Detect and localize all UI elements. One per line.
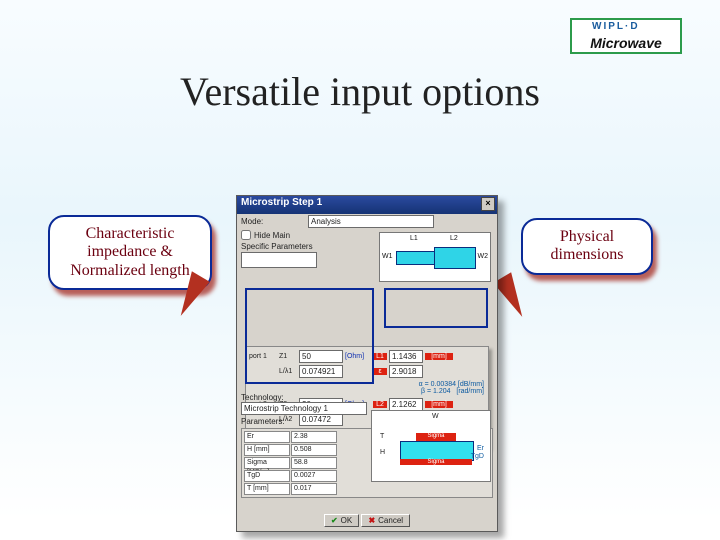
logo-line2: Microwave [577,35,675,51]
brand-logo: WIPL·D Microwave [570,18,682,54]
er1-value: 2.9018 [389,365,423,378]
technology-select[interactable]: Microstrip Technology 1 [241,402,367,415]
mode-select[interactable]: Analysis [308,215,434,228]
highlight-right [384,288,488,328]
check-icon: ✔ [331,516,338,525]
callout-physical: Physical dimensions [521,218,653,275]
schematic-diagram: L1 L2 W1 W2 [379,232,491,282]
port-row-1: port 1 Z1 50 [Ohm] L1 1.1436 [mm] L/λ1 0… [246,347,488,381]
l1-value: 1.1436 [389,350,423,363]
microstrip-dialog: Microstrip Step 1 × Mode: Analysis Hide … [236,195,498,532]
nl1-input[interactable]: 0.074921 [299,365,343,378]
hide-main-checkbox[interactable] [241,230,251,240]
slide-title: Versatile input options [0,68,720,115]
dialog-title: Microstrip Step 1 [241,197,322,208]
z1-input[interactable]: 50 [299,350,343,363]
mode-label: Mode: [241,217,305,226]
cross-section-diagram: Sigma Sigma W T H Er TgD [371,410,491,482]
cross-icon: ✖ [368,516,375,525]
close-icon[interactable]: × [481,197,495,211]
dialog-footer: ✔OK ✖Cancel [237,514,497,527]
dialog-titlebar: Microstrip Step 1 × [237,196,497,214]
hide-main-label: Hide Main [254,231,290,240]
specific-params-input[interactable] [241,252,317,268]
cancel-button[interactable]: ✖Cancel [361,514,410,527]
ok-button[interactable]: ✔OK [324,514,359,527]
callout-impedance: Characteristic impedance & Normalized le… [48,215,212,290]
specific-params-label: Specific Parameters [241,242,313,251]
logo-line1: WIPL·D [592,21,640,32]
